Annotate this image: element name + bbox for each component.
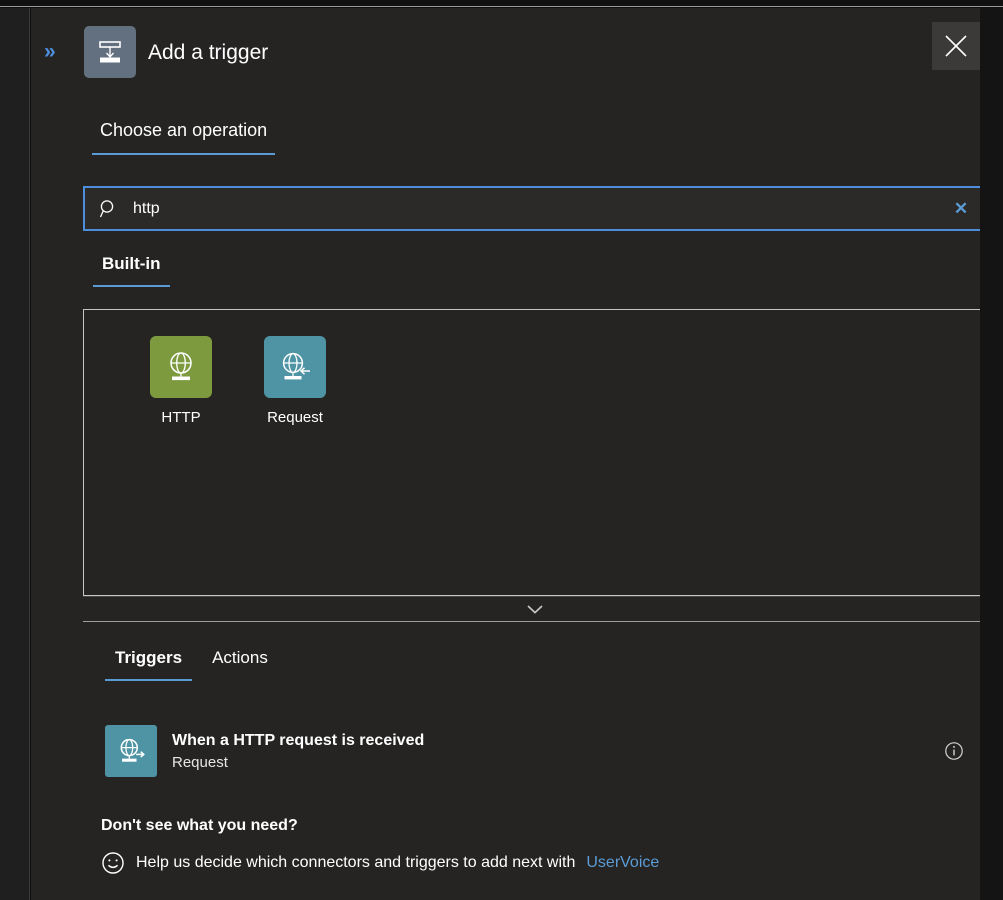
list-item-subtitle: Request (172, 753, 228, 771)
uservoice-link[interactable]: UserVoice (586, 854, 659, 872)
globe-arrow-icon (105, 725, 157, 777)
tab-inactive-underline (202, 679, 278, 681)
globe-icon (150, 336, 212, 398)
list-item-text: When a HTTP request is received Request (172, 730, 934, 773)
chevron-down-icon (526, 604, 543, 614)
tab-active-underline (93, 285, 170, 287)
connector-tile-label: Request (267, 409, 323, 426)
window-top-strip (0, 0, 1003, 7)
panel-splitter[interactable] (83, 596, 980, 622)
tab-actions[interactable]: Actions (202, 648, 278, 681)
clear-search-icon[interactable]: ✕ (938, 199, 980, 219)
results-tabs: Triggers Actions (105, 648, 278, 681)
list-item-title: When a HTTP request is received (172, 731, 425, 749)
smiley-icon (102, 852, 124, 874)
add-trigger-icon (84, 26, 136, 78)
tab-choose-an-operation-label: Choose an operation (100, 120, 268, 140)
left-gutter (0, 8, 30, 900)
tab-triggers-label: Triggers (115, 648, 183, 667)
tab-actions-label: Actions (212, 648, 268, 667)
connector-tile-request[interactable]: Request (238, 330, 352, 426)
search-box[interactable]: ✕ (83, 186, 980, 231)
info-icon (945, 742, 963, 760)
globe-arrow-icon (264, 336, 326, 398)
search-input[interactable] (133, 188, 938, 229)
tab-active-underline (105, 679, 193, 681)
tab-triggers[interactable]: Triggers (105, 648, 193, 681)
connector-grid: HTTP Request (124, 330, 980, 426)
close-icon (945, 35, 967, 57)
footer-text: Help us decide which connectors and trig… (136, 854, 576, 871)
page-title: Add a trigger (148, 41, 269, 64)
info-button[interactable] (934, 741, 974, 761)
connector-grid-box: HTTP Request (83, 309, 980, 596)
tab-active-underline (92, 153, 276, 155)
search-icon (85, 198, 133, 220)
canvas-backdrop (980, 8, 1003, 900)
list-item-trigger[interactable]: When a HTTP request is received Request (105, 725, 980, 777)
footer-uservoice-line: Help us decide which connectors and trig… (101, 851, 659, 875)
add-trigger-flyout: » Add a trigger Choose an operation http… (0, 0, 1003, 900)
panel-header: » Add a trigger (31, 8, 980, 108)
tab-choose-an-operation[interactable]: Choose an operation (92, 120, 276, 155)
footer-heading: Don't see what you need? (101, 817, 298, 834)
connector-tile-label: HTTP (161, 409, 201, 426)
panel: » Add a trigger Choose an operation http… (31, 8, 980, 900)
connector-tile-http[interactable]: HTTP (124, 330, 238, 426)
expand-panel-chevrons-icon[interactable]: » (44, 41, 56, 62)
tab-built-in-label: Built-in (102, 254, 161, 273)
tab-built-in[interactable]: Built-in (93, 254, 170, 287)
close-button[interactable] (932, 22, 980, 70)
